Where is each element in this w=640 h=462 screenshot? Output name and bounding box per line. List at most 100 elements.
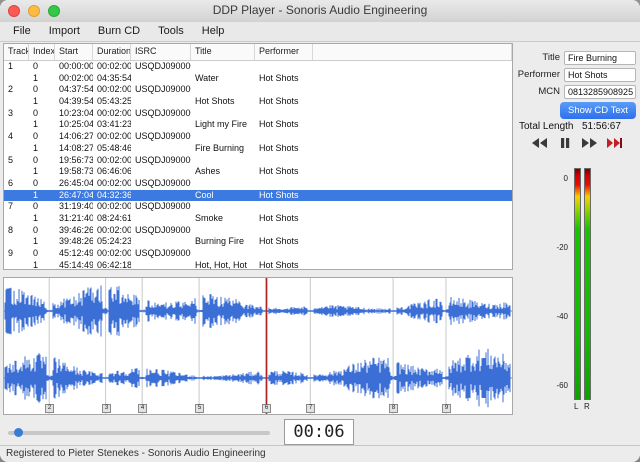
cell-index: 1 xyxy=(33,142,39,153)
cell-title: Light my Fire xyxy=(195,119,248,130)
column-header-isrc[interactable]: ISRC xyxy=(131,44,191,60)
cell-start: 04:39:54 xyxy=(59,96,93,107)
cell-duration: 04:32:36 xyxy=(97,189,131,200)
track-row[interactable]: 1 19:58:73 06:46:06 Ashes Hot Shots xyxy=(4,166,512,178)
time-display: 00:06 xyxy=(284,419,354,445)
minimize-button[interactable] xyxy=(28,5,40,17)
cell-start: 19:58:73 xyxy=(59,166,93,177)
cell-duration: 00:02:00 xyxy=(97,61,131,71)
cell-duration: 00:02:00 xyxy=(97,248,131,258)
cell-isrc xyxy=(131,236,191,248)
cell-start: 45:14:49 xyxy=(59,259,93,270)
track-table: Track Index Start Duration ISRC Title Performe… xyxy=(3,43,513,270)
cell-isrc xyxy=(131,260,191,269)
cell-track xyxy=(4,96,29,108)
cell-track xyxy=(4,73,29,85)
cell-start: 31:21:40 xyxy=(59,212,93,223)
cell-track: 5 xyxy=(8,154,14,165)
cell-start: 39:46:26 xyxy=(59,224,93,235)
track-row[interactable]: 1 0 00:00:00 00:02:00 USQDJ0900001 xyxy=(4,61,512,73)
cell-performer: Hot Shots xyxy=(259,189,299,200)
pause-button[interactable] xyxy=(555,135,574,150)
column-header-start[interactable]: Start xyxy=(55,44,93,60)
cell-performer: Hot Shots xyxy=(259,119,299,130)
track-marker[interactable]: 3 xyxy=(102,404,111,413)
cell-title: Hot Shots xyxy=(195,96,235,107)
track-row[interactable]: 1 26:47:04 04:32:36 Cool Hot Shots xyxy=(4,189,512,202)
menu-import[interactable]: Import xyxy=(40,22,89,41)
track-row[interactable]: 8 0 39:46:26 00:02:00 USQDJ0900008 xyxy=(4,225,512,237)
track-row[interactable]: 1 00:02:00 04:35:54 Water Hot Shots xyxy=(4,73,512,85)
cell-index: 1 xyxy=(33,189,39,200)
title-field[interactable]: Fire Burning xyxy=(564,50,636,65)
mcn-field[interactable]: 0813285908925 xyxy=(564,84,636,99)
cell-filler xyxy=(313,236,512,248)
cell-performer: Hot Shots xyxy=(259,236,299,247)
cell-title xyxy=(191,248,255,260)
cell-filler xyxy=(313,61,512,73)
column-header-duration[interactable]: Duration xyxy=(93,44,131,60)
performer-field[interactable]: Hot Shots xyxy=(564,67,636,82)
cell-track: 1 xyxy=(8,61,14,71)
fast-forward-icon xyxy=(582,137,597,148)
menu-help[interactable]: Help xyxy=(193,22,234,41)
track-marker[interactable]: 9 xyxy=(442,404,451,413)
skip-end-button[interactable] xyxy=(605,135,624,150)
rewind-button[interactable] xyxy=(530,135,549,150)
column-header-performer[interactable]: Performer xyxy=(255,44,313,60)
performer-field-label: Performer xyxy=(517,69,560,80)
cell-isrc xyxy=(131,213,191,225)
track-marker[interactable]: 6 xyxy=(262,404,271,413)
cell-title: Hot, Hot, Hot xyxy=(195,259,248,270)
cell-filler xyxy=(313,225,512,237)
track-row[interactable]: 2 0 04:37:54 00:02:00 USQDJ0900002 xyxy=(4,84,512,96)
cell-index: 1 xyxy=(33,166,39,177)
cell-filler xyxy=(313,131,512,143)
column-header-index[interactable]: Index xyxy=(29,44,55,60)
track-row[interactable]: 4 0 14:06:27 00:02:00 USQDJ0900004 xyxy=(4,131,512,143)
track-row[interactable]: 1 39:48:26 05:24:23 Burning Fire Hot Shots xyxy=(4,236,512,248)
meter-channel-left-label: L xyxy=(574,402,579,411)
forward-button[interactable] xyxy=(580,135,599,150)
cell-title xyxy=(191,131,255,143)
track-row[interactable]: 6 0 26:45:04 00:02:00 USQDJ0900006 xyxy=(4,178,512,190)
menu-file[interactable]: File xyxy=(4,22,40,41)
track-row[interactable]: 1 04:39:54 05:43:25 Hot Shots Hot Shots xyxy=(4,96,512,108)
track-row[interactable]: 7 0 31:19:40 00:02:00 USQDJ0900007 xyxy=(4,201,512,213)
track-marker[interactable]: 2 xyxy=(45,404,54,413)
track-row[interactable]: 1 45:14:49 06:42:18 Hot, Hot, Hot Hot Shots xyxy=(4,259,512,270)
cell-index: 0 xyxy=(33,224,39,235)
maximize-button[interactable] xyxy=(48,5,60,17)
track-marker[interactable]: 7 xyxy=(306,404,315,413)
track-row[interactable]: 5 0 19:56:73 00:02:00 USQDJ0900005 xyxy=(4,155,512,167)
cell-index: 1 xyxy=(33,96,39,107)
seek-slider[interactable] xyxy=(8,428,270,437)
track-row[interactable]: 1 10:25:04 03:41:23 Light my Fire Hot Shots xyxy=(4,119,512,131)
seek-slider-thumb[interactable] xyxy=(13,428,23,437)
cell-index: 1 xyxy=(33,119,39,130)
track-marker[interactable]: 5 xyxy=(195,404,204,413)
cell-isrc: USQDJ0900002 xyxy=(135,84,191,95)
track-marker[interactable]: 8 xyxy=(389,404,398,413)
cell-isrc: USQDJ0900005 xyxy=(135,154,191,165)
cell-isrc: USQDJ0900004 xyxy=(135,131,191,142)
waveform-display[interactable]: 2 3 4 5 6 7 8 9 xyxy=(3,277,513,415)
track-row[interactable]: 3 0 10:23:04 00:02:00 USQDJ0900003 xyxy=(4,108,512,120)
cell-duration: 00:02:00 xyxy=(97,224,131,235)
track-row[interactable]: 1 31:21:40 08:24:61 Smoke Hot Shots xyxy=(4,213,512,225)
close-button[interactable] xyxy=(8,5,20,17)
menu-tools[interactable]: Tools xyxy=(149,22,193,41)
menu-burn-cd[interactable]: Burn CD xyxy=(89,22,149,41)
column-header-track[interactable]: Track xyxy=(4,44,29,60)
track-marker[interactable]: 4 xyxy=(138,404,147,413)
cell-performer xyxy=(255,84,313,96)
meter-scale-label: -40 xyxy=(556,312,568,321)
cell-performer xyxy=(255,155,313,167)
cell-duration: 04:35:54 xyxy=(97,72,131,83)
cell-index: 1 xyxy=(33,236,39,247)
cell-title: Ashes xyxy=(195,166,221,177)
column-header-title[interactable]: Title xyxy=(191,44,255,60)
track-row[interactable]: 1 14:08:27 05:48:46 Fire Burning Hot Shots xyxy=(4,143,512,155)
track-row[interactable]: 9 0 45:12:49 00:02:00 USQDJ0900009 xyxy=(4,248,512,260)
show-cd-text-button[interactable]: Show CD Text xyxy=(560,102,636,119)
